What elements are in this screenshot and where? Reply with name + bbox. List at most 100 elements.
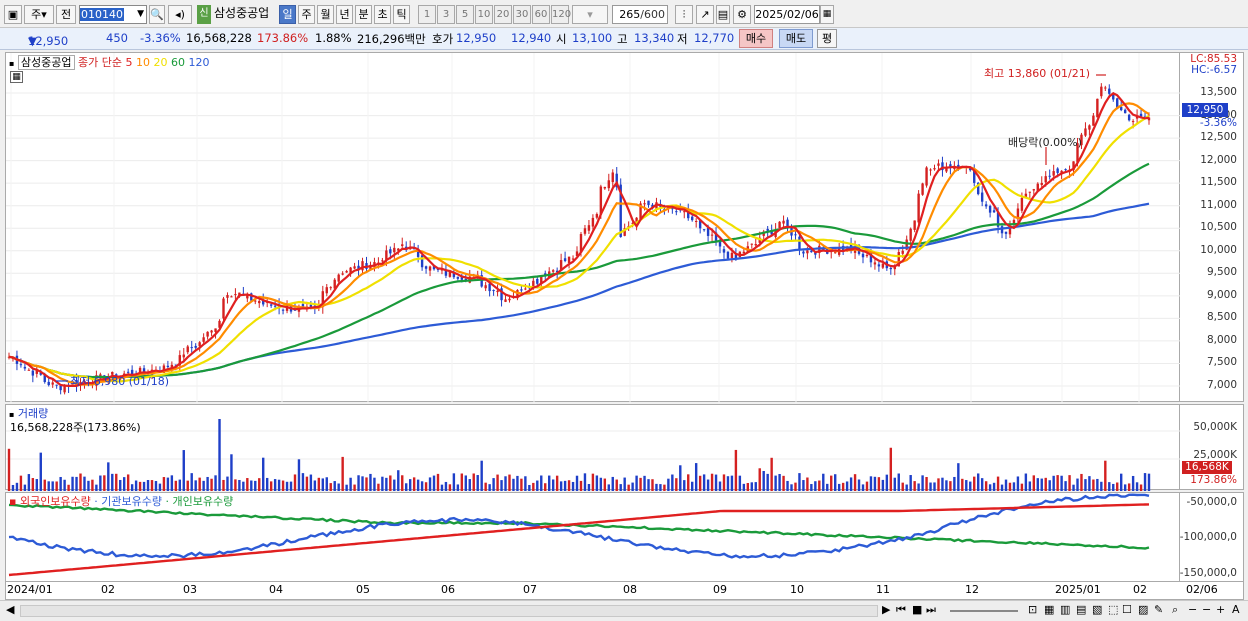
volume-bar xyxy=(488,484,491,491)
volume-bar xyxy=(389,475,392,491)
volume-bar xyxy=(500,480,503,491)
interval-tab-1[interactable]: 1 xyxy=(418,5,436,24)
volume-value: 16,568,228 xyxy=(186,31,252,45)
save-icon[interactable]: ▤ xyxy=(716,5,730,24)
interval-tab-5[interactable]: 5 xyxy=(456,5,474,24)
volume-bar xyxy=(130,484,134,491)
x-label: 10 xyxy=(790,583,804,596)
volume-bar xyxy=(710,473,714,491)
interval-tab-10[interactable]: 10 xyxy=(475,5,493,24)
volume-bar xyxy=(230,454,233,491)
buy-button[interactable]: 매수 xyxy=(739,29,773,48)
chevron-down-icon[interactable]: ▼ xyxy=(137,6,144,23)
holding-panel[interactable]: ▪ 외국인보유수량 · 기관보유수량 · 개인보유수량 xyxy=(5,492,1180,582)
font-icon[interactable]: A xyxy=(1232,603,1240,616)
period-tab-6[interactable]: 틱 xyxy=(393,5,410,24)
volume-bar xyxy=(416,479,420,491)
interval-tab-60[interactable]: 60 xyxy=(532,5,550,24)
interval-tab-3[interactable]: 3 xyxy=(437,5,455,24)
compare-icon[interactable]: ⊡ xyxy=(1028,603,1037,616)
calendar-icon[interactable]: ▦ xyxy=(820,5,834,24)
low-label: 저 xyxy=(677,32,688,46)
zoom-search-icon[interactable]: ⌕ xyxy=(1172,603,1178,617)
candle-body xyxy=(861,253,865,258)
x-label: 06 xyxy=(441,583,455,596)
image-icon[interactable]: ▨ xyxy=(1138,603,1148,616)
volume-bar xyxy=(623,477,626,491)
volume-bar xyxy=(694,463,698,491)
window-icon[interactable]: ▣ xyxy=(4,5,22,24)
sound-icon[interactable]: ◂) xyxy=(168,5,192,24)
volume-value-label: 16,568,228주(173.86%) xyxy=(10,421,141,434)
volume-bar xyxy=(1131,475,1135,491)
price-tick: 8,500 xyxy=(1206,311,1237,324)
hold-tick-150m: -150,000,0 xyxy=(1179,567,1237,579)
stats-icon[interactable]: ▧ xyxy=(1092,603,1102,616)
volume-bar xyxy=(762,470,765,491)
volume-bar xyxy=(559,481,563,491)
candle-body xyxy=(718,241,722,247)
period-tab-1[interactable]: 주 xyxy=(298,5,315,24)
bottom-scrollbar[interactable]: ◀ ▶ ⏮ ■ ⏭ ⊡ ▦ ▥ ▤ ▧ ⬚ ☐ ▨ ✎ ⌕ − − + A xyxy=(0,600,1248,621)
volume-panel[interactable]: ▪ 거래량 16,568,228주(173.86%) xyxy=(5,404,1181,491)
box-icon[interactable]: ☐ xyxy=(1122,603,1132,616)
volume-bar xyxy=(881,479,885,491)
volume-bar xyxy=(170,475,174,491)
sell-button[interactable]: 매도 xyxy=(779,29,813,48)
scroll-left-icon[interactable]: ◀ xyxy=(6,603,14,616)
volume-bar xyxy=(830,475,833,491)
volume-bar xyxy=(575,475,579,491)
eval-button[interactable]: 평 xyxy=(817,29,837,48)
count-total: /600 xyxy=(640,8,665,21)
code-input[interactable]: 010140 ▼ xyxy=(79,5,147,24)
volume-bar xyxy=(555,475,559,491)
grid-icon[interactable]: ▦ xyxy=(1044,603,1054,616)
candle-body xyxy=(1127,114,1131,121)
period-tab-2[interactable]: 월 xyxy=(317,5,334,24)
chart-icon[interactable]: ▥ xyxy=(1060,603,1070,616)
interval-select[interactable]: ▾ xyxy=(572,5,608,24)
period-tab-5[interactable]: 초 xyxy=(374,5,391,24)
market-type-select[interactable]: 주▾ xyxy=(24,5,54,24)
zoom-slider[interactable] xyxy=(950,610,1018,612)
gear-icon[interactable]: ⚙ xyxy=(733,5,751,24)
select-icon[interactable]: ⬚ xyxy=(1108,603,1118,616)
interval-tab-30[interactable]: 30 xyxy=(513,5,531,24)
candle-body xyxy=(182,354,185,358)
interval-tab-20[interactable]: 20 xyxy=(494,5,512,24)
bar-icon[interactable]: ▤ xyxy=(1076,603,1086,616)
candle-body xyxy=(810,250,813,253)
volume-bar xyxy=(504,476,507,491)
price-chart-panel[interactable]: ▪ 삼성중공업 종가 단순 5 10 20 60 120 ▦ 최고 13,860… xyxy=(5,52,1181,403)
period-tab-4[interactable]: 분 xyxy=(355,5,372,24)
search-icon[interactable]: 🔍 xyxy=(149,5,165,24)
candle-body xyxy=(273,305,277,307)
volume-bar xyxy=(361,476,364,491)
period-tab-3[interactable]: 년 xyxy=(336,5,353,24)
minus-icon[interactable]: − xyxy=(1202,603,1211,616)
count-input[interactable]: 265/600 xyxy=(612,5,668,24)
volume-bar xyxy=(583,473,587,491)
candle-icon[interactable]: ⫶ xyxy=(675,5,693,24)
volume-bar xyxy=(99,475,102,491)
volume-bar xyxy=(408,479,412,491)
low-price: 12,770 xyxy=(694,31,735,45)
zoom-out-icon[interactable]: − xyxy=(1188,603,1197,616)
volume-bar xyxy=(305,476,309,491)
table-icon[interactable]: ▦ xyxy=(10,71,23,83)
date-input[interactable]: 2025/02/06 xyxy=(754,5,820,24)
volume-bar xyxy=(905,484,908,491)
scroll-right-icon[interactable]: ▶ xyxy=(882,603,890,616)
line-tool-icon[interactable]: ↗ xyxy=(696,5,714,24)
last-icon[interactable]: ⏭ xyxy=(926,603,936,617)
plus-icon[interactable]: + xyxy=(1216,603,1225,616)
first-icon[interactable]: ⏮ xyxy=(896,603,906,617)
period-tab-0[interactable]: 일 xyxy=(279,5,296,24)
stop-icon[interactable]: ■ xyxy=(912,603,922,616)
scroll-track[interactable] xyxy=(20,605,878,617)
prev-button[interactable]: 전 xyxy=(56,5,76,24)
interval-tab-120[interactable]: 120 xyxy=(551,5,571,24)
brush-icon[interactable]: ✎ xyxy=(1154,603,1163,616)
quote-info-bar: 12,950 ▼ 450 -3.36% 16,568,228 173.86% 1… xyxy=(0,28,1248,50)
volume-bar xyxy=(790,484,793,491)
